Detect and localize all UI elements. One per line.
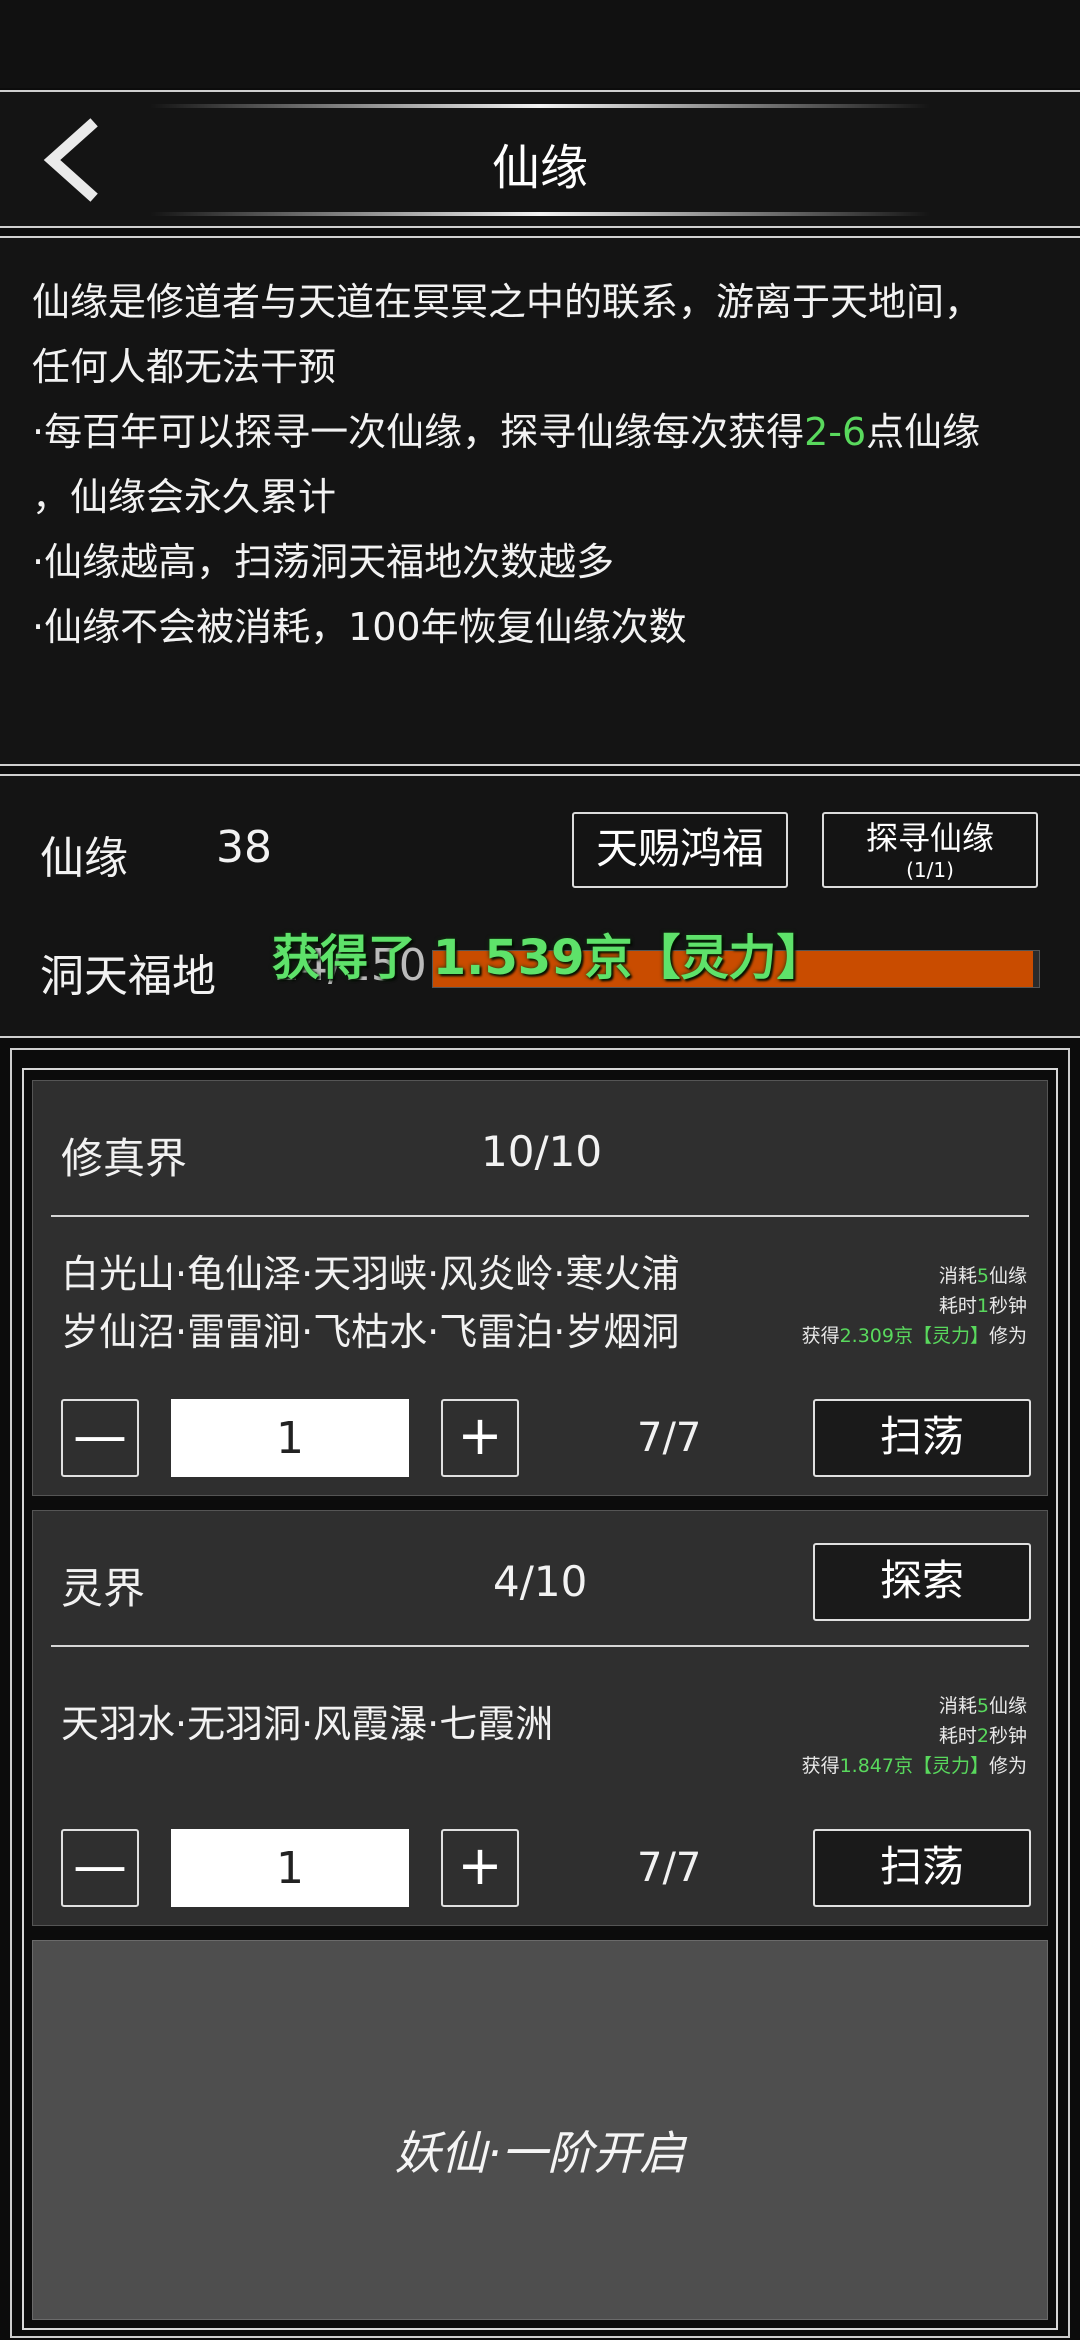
header-glow-bottom — [150, 212, 930, 216]
realm-meta: 消耗5仙缘 耗时2秒钟 获得1.847京【灵力】修为 — [802, 1691, 1027, 1781]
realm-count: 10/10 — [481, 1127, 603, 1176]
realm-places: 天羽水·无羽洞·风霞瀑·七霞洲 — [61, 1695, 553, 1753]
description-line: ·每百年可以探寻一次仙缘，探寻仙缘每次获得2-6点仙缘 — [32, 410, 981, 454]
description-line: ，仙缘会永久累计 — [32, 475, 337, 519]
dongtian-label: 洞天福地 — [40, 951, 216, 1002]
places-line: 白光山·龟仙泽·天羽峡·风炎岭·寒火浦 — [61, 1252, 680, 1296]
increase-button[interactable]: + — [441, 1399, 519, 1477]
realm-title: 修真界 — [61, 1134, 188, 1183]
quantity-input[interactable] — [171, 1399, 409, 1477]
time-text: 耗时1秒钟 — [938, 1295, 1027, 1317]
locked-realm-card: 妖仙·一阶开启 — [32, 1940, 1048, 2320]
realm-places: 白光山·龟仙泽·天羽峡·风炎岭·寒火浦 岁仙沼·雷雷涧·飞枯水·飞雷泊·岁烟洞 — [61, 1245, 679, 1361]
header-bar: 仙缘 — [0, 90, 1080, 228]
xianyuan-value: 38 — [216, 822, 272, 873]
sweep-button[interactable]: 扫荡 — [813, 1399, 1031, 1477]
description-line: ·仙缘不会被消耗，100年恢复仙缘次数 — [32, 605, 687, 649]
gain-text: 获得1.847京【灵力】修为 — [801, 1755, 1027, 1777]
realm-meta: 消耗5仙缘 耗时1秒钟 获得2.309京【灵力】修为 — [802, 1261, 1027, 1351]
page-title: 仙缘 — [491, 140, 588, 196]
description-line: 仙缘是修道者与天道在冥冥之中的联系，游离于天地间， — [32, 280, 983, 324]
highlight-value: 2-6 — [804, 410, 867, 454]
realm-card: 修真界 10/10 白光山·龟仙泽·天羽峡·风炎岭·寒火浦 岁仙沼·雷雷涧·飞枯… — [32, 1080, 1048, 1496]
realm-divider — [51, 1215, 1029, 1217]
places-line: 天羽水·无羽洞·风霞瀑·七霞洲 — [61, 1702, 554, 1746]
seek-button-count: (1/1) — [906, 858, 954, 882]
gift-button-label: 天赐鸿福 — [595, 824, 764, 873]
sweep-ratio: 7/7 — [637, 1845, 702, 1891]
gain-text: 获得2.309京【灵力】修为 — [801, 1325, 1027, 1347]
time-text: 耗时2秒钟 — [938, 1725, 1027, 1747]
cost-text: 消耗5仙缘 — [938, 1265, 1027, 1287]
plus-icon: + — [457, 1834, 503, 1897]
realm-title: 灵界 — [61, 1564, 146, 1613]
sweep-ratio: 7/7 — [637, 1415, 702, 1461]
decrease-button[interactable]: — — [61, 1829, 139, 1907]
seek-button-label: 探寻仙缘 — [865, 819, 994, 857]
description-panel: 仙缘是修道者与天道在冥冥之中的联系，游离于天地间， 任何人都无法干预 ·每百年可… — [0, 236, 1080, 766]
minus-icon: — — [73, 1834, 127, 1897]
reward-toast: 获得了 1.539京【灵力】 — [272, 930, 825, 986]
places-line: 岁仙沼·雷雷涧·飞枯水·飞雷泊·岁烟洞 — [61, 1310, 680, 1354]
quantity-input[interactable] — [171, 1829, 409, 1907]
minus-icon: — — [73, 1404, 127, 1467]
sweep-button[interactable]: 扫荡 — [813, 1829, 1031, 1907]
seek-button[interactable]: 探寻仙缘 (1/1) — [822, 812, 1038, 888]
description-line: 任何人都无法干预 — [32, 345, 337, 389]
locked-realm-text: 妖仙·一阶开启 — [394, 2126, 686, 2180]
description-line: ·仙缘越高，扫荡洞天福地次数越多 — [32, 540, 615, 584]
plus-icon: + — [457, 1404, 503, 1467]
realm-divider — [51, 1645, 1029, 1647]
header-glow-top — [150, 104, 930, 108]
realm-count: 4/10 — [493, 1557, 588, 1606]
realm-card: 灵界 4/10 探索 天羽水·无羽洞·风霞瀑·七霞洲 消耗5仙缘 耗时2秒钟 获… — [32, 1510, 1048, 1926]
increase-button[interactable]: + — [441, 1829, 519, 1907]
stats-panel: 仙缘 38 天赐鸿福 探寻仙缘 (1/1) 洞天福地 14/150 获得了 1.… — [0, 774, 1080, 1038]
decrease-button[interactable]: — — [61, 1399, 139, 1477]
xianyuan-label: 仙缘 — [40, 833, 128, 884]
status-bar — [0, 0, 1080, 88]
explore-button[interactable]: 探索 — [813, 1543, 1031, 1621]
cost-text: 消耗5仙缘 — [938, 1695, 1027, 1717]
gift-button[interactable]: 天赐鸿福 — [572, 812, 788, 888]
